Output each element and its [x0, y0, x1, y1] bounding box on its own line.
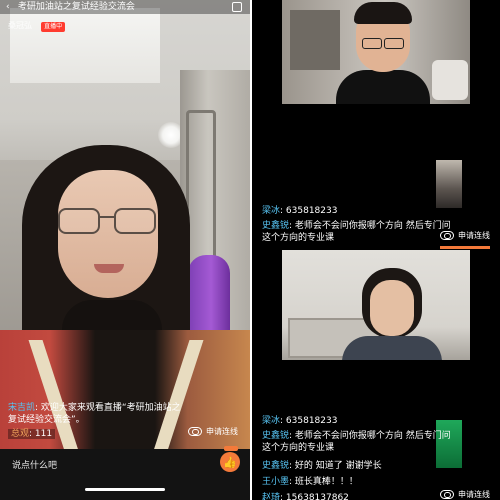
host-face: [58, 170, 158, 298]
thumbs-up-icon[interactable]: 👍: [220, 452, 240, 472]
comment-item: 宋吉凯: 欢迎大家来观看直播“考研加油站之复试经验交流会”。: [8, 403, 181, 425]
bookshelf: [290, 10, 340, 70]
request-connect-button[interactable]: 申请连线: [440, 487, 490, 500]
host-info[interactable]: 桑冠弘 直播中: [8, 13, 66, 32]
guest-thumbnail[interactable]: [436, 160, 462, 208]
comment-user: 宋吉凯: [8, 403, 36, 413]
share-icon[interactable]: [232, 2, 242, 12]
comment-text: 老师会不会问你报哪个方向 然后专门问这个方向的专业课: [262, 221, 451, 243]
like-count-badge: [224, 446, 238, 451]
glasses-right-lens: [384, 38, 404, 49]
connected-video-top[interactable]: [282, 0, 470, 104]
comment-text: 老师会不会问你报哪个方向 然后专门问这个方向的专业课: [262, 431, 451, 453]
glasses-left-lens: [58, 208, 100, 234]
guest-hair: [354, 2, 412, 24]
comment-user: 史鑫锐: [262, 461, 290, 471]
comment-user: 王小墨: [262, 477, 290, 487]
request-connect-button[interactable]: 申请连线: [188, 424, 238, 438]
link-icon: [188, 426, 202, 436]
host-name: 桑冠弘: [8, 21, 32, 30]
request-connect-label: 申请连线: [206, 426, 238, 436]
comment-item: 梁冰: 635818233: [262, 416, 338, 426]
request-connect-label: 申请连线: [458, 489, 490, 499]
comment-item: 梁冰: 635818233: [262, 206, 338, 216]
comment-text: 好的 知道了 谢谢学长: [294, 461, 382, 471]
accent-strip: [440, 246, 490, 249]
comment-item: 王小墨: 班长真棒！！！: [262, 477, 358, 487]
live-stream-panel-left: ‹ 考研加油站之复试经验交流会 桑冠弘 直播中 宋吉凯: 欢迎大家来观看直播“考…: [0, 0, 250, 500]
comment-user: 梁冰: [262, 416, 281, 426]
comment-input[interactable]: 说点什么吧: [12, 458, 57, 471]
glasses-right-lens: [114, 208, 156, 234]
link-icon: [440, 230, 454, 240]
guest-face: [370, 280, 414, 336]
comment-user: 总观: [11, 429, 30, 439]
request-connect-label: 申请连线: [458, 230, 490, 240]
comment-text: 635818233: [285, 206, 338, 216]
pillow: [432, 60, 468, 100]
comment-item: 史鑫锐: 老师会不会问你报哪个方向 然后专门问这个方向的专业课: [262, 221, 451, 243]
glasses-left-lens: [362, 38, 382, 49]
connected-video-bottom[interactable]: [282, 250, 470, 360]
request-connect-button[interactable]: 申请连线: [440, 228, 490, 242]
comment-text: 111: [34, 429, 53, 439]
guest-shirt: [342, 336, 442, 360]
glasses-bridge: [100, 216, 114, 218]
guest-shirt: [336, 70, 430, 104]
comment-user: 梁冰: [262, 206, 281, 216]
comment-text: 635818233: [285, 416, 338, 426]
host-mouth: [94, 264, 124, 273]
link-icon: [440, 489, 454, 499]
stream-title-bar: ‹ 考研加油站之复试经验交流会: [0, 0, 250, 14]
back-icon[interactable]: ‹: [6, 0, 15, 14]
home-indicator: [85, 488, 165, 491]
comment-user: 史鑫锐: [262, 221, 290, 231]
comment-text: 班长真棒！！！: [294, 477, 358, 487]
comment-user: 赵琦: [262, 493, 281, 500]
stream-title: 考研加油站之复试经验交流会: [17, 2, 135, 12]
comment-item: 史鑫锐: 好的 知道了 谢谢学长: [262, 461, 382, 471]
live-stream-panel-right: 梁冰: 635818233 史鑫锐: 老师会不会问你报哪个方向 然后专门问这个方…: [252, 0, 500, 500]
comment-item: 总观: 111: [8, 428, 56, 440]
comment-item: 赵琦: 15638137862: [262, 492, 452, 500]
comment-item: 史鑫锐: 老师会不会问你报哪个方向 然后专门问这个方向的专业课: [262, 431, 451, 453]
comment-user: 史鑫锐: [262, 431, 290, 441]
comment-text: 15638137862: [285, 493, 349, 500]
live-badge: 直播中: [41, 22, 66, 32]
comment-bar: [0, 449, 250, 500]
